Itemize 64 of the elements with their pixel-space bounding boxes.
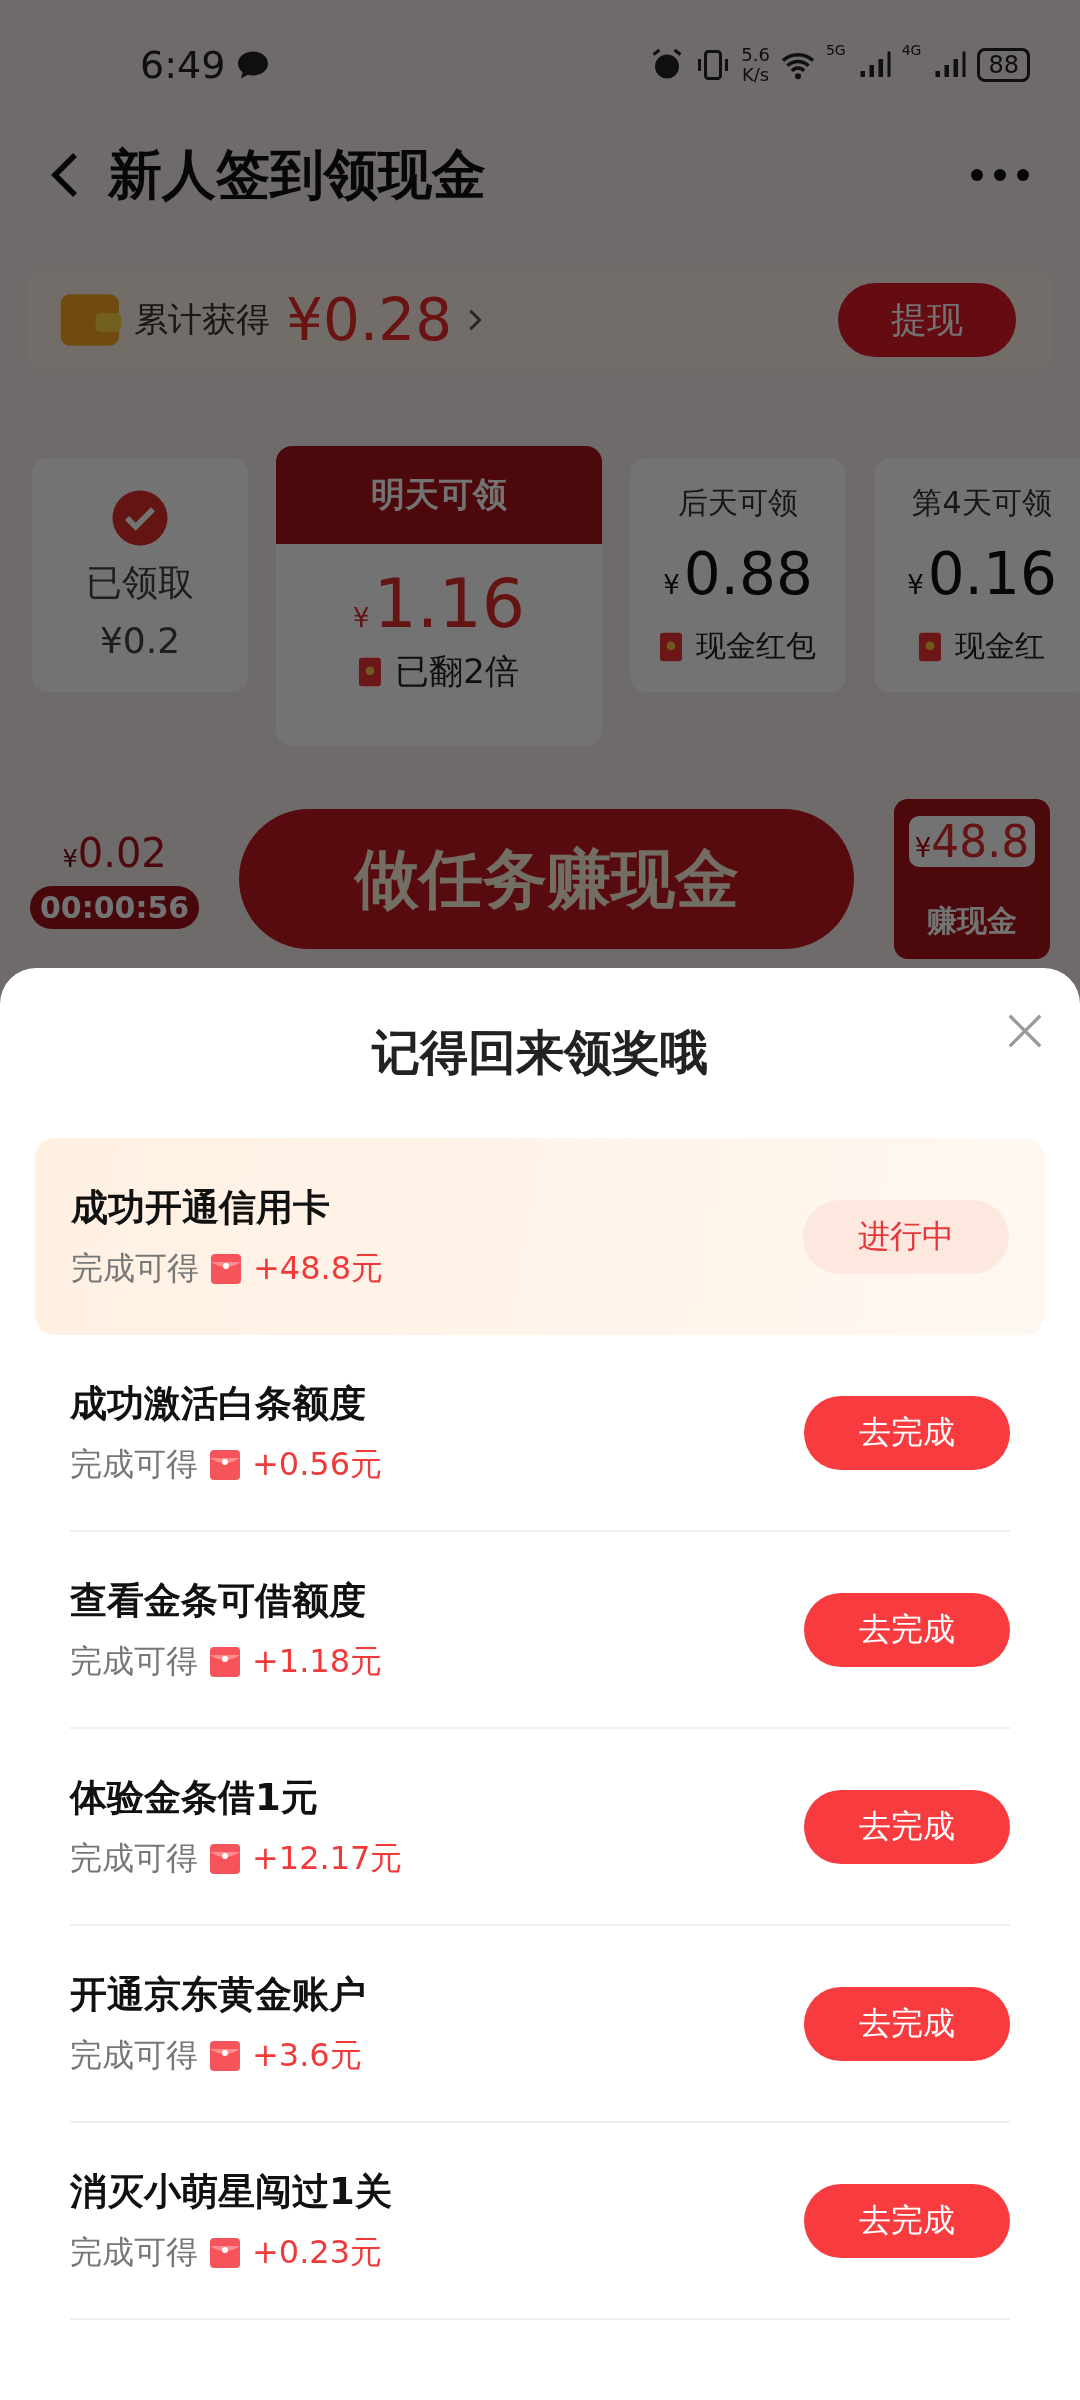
day-note: 现金红 [919,626,1045,667]
status-time: 6:49 [140,43,226,87]
reward-amount: +3.6元 [252,2034,362,2076]
envelope-icon [660,631,682,662]
network-label: 4G [901,42,922,58]
day-amount: ¥0.16 [907,540,1057,608]
reward-label: 完成可得 [70,1640,198,1682]
reward-amount: +48.8元 [253,1247,384,1289]
envelope-icon [211,1253,241,1284]
task-action-button[interactable]: 去完成 [804,1986,1010,2061]
more-icon[interactable] [970,168,1030,182]
battery-level: 88 [977,48,1030,82]
bonus-amount: ¥0.02 [62,829,167,876]
withdraw-button[interactable]: 提现 [838,283,1016,357]
summary-amount[interactable]: ¥0.28 [286,286,453,354]
reward-label: 完成可得 [70,1837,198,1879]
task-action-button[interactable]: 进行中 [803,1199,1009,1274]
sheet-title: 记得回来领奖哦 [372,1023,708,1082]
task-title: 成功激活白条额度 [70,1380,367,1427]
day-label: 明天可领 [276,446,602,544]
envelope-icon [210,1449,240,1480]
task-action-button[interactable]: 去完成 [804,1789,1010,1864]
day-note: 已翻2倍 [359,649,519,695]
task-action-button[interactable]: 去完成 [804,1395,1010,1470]
close-icon[interactable] [1006,1012,1044,1050]
badge-amount: ¥48.8 [908,816,1036,867]
day-note: 现金红包 [660,626,816,667]
reward-amount: +12.17元 [252,1837,403,1879]
day-amount: ¥0.88 [663,540,813,608]
summary-label: 累计获得 [134,298,270,341]
reward-label: 完成可得 [70,2034,198,2076]
page-title: 新人签到领现金 [108,141,486,208]
envelope-icon [359,657,382,687]
envelope-icon [210,2040,240,2071]
reward-amount: +0.23元 [252,2231,383,2273]
envelope-icon [210,2237,240,2268]
day-amount: ¥0.2 [99,620,181,661]
network-label: 5G [825,42,846,58]
badge-label: 赚现金 [927,902,1017,940]
task-title: 体验金条借1元 [70,1774,319,1821]
day-label: 已领取 [86,561,194,605]
reward-label: 完成可得 [71,1247,199,1289]
reward-amount: +0.56元 [252,1443,383,1485]
day-label: 后天可领 [678,484,798,522]
reward-label: 完成可得 [70,2231,198,2273]
envelope-icon [919,631,941,662]
task-title: 查看金条可借额度 [70,1577,367,1624]
envelope-icon [210,1646,240,1677]
day-amount: ¥1.16 [353,564,525,643]
reward-badge[interactable]: ¥48.8 赚现金 [894,799,1050,959]
task-title: 消灭小萌星闯过1关 [70,2168,393,2215]
network-speed: 5.6 K/s [741,45,770,85]
reward-label: 完成可得 [70,1443,198,1485]
task-title: 成功开通信用卡 [71,1184,331,1231]
day-label: 第4天可领 [912,484,1052,522]
reward-amount: +1.18元 [252,1640,383,1682]
task-title: 开通京东黄金账户 [70,1971,367,2018]
check-icon [111,489,169,547]
envelope-icon [210,1843,240,1874]
task-action-button[interactable]: 去完成 [804,2183,1010,2258]
countdown-timer: 00:00:56 [30,885,200,929]
task-action-button[interactable]: 去完成 [804,1592,1010,1667]
task-button[interactable]: 做任务赚现金 [239,809,854,949]
chevron-icon[interactable] [468,308,483,332]
